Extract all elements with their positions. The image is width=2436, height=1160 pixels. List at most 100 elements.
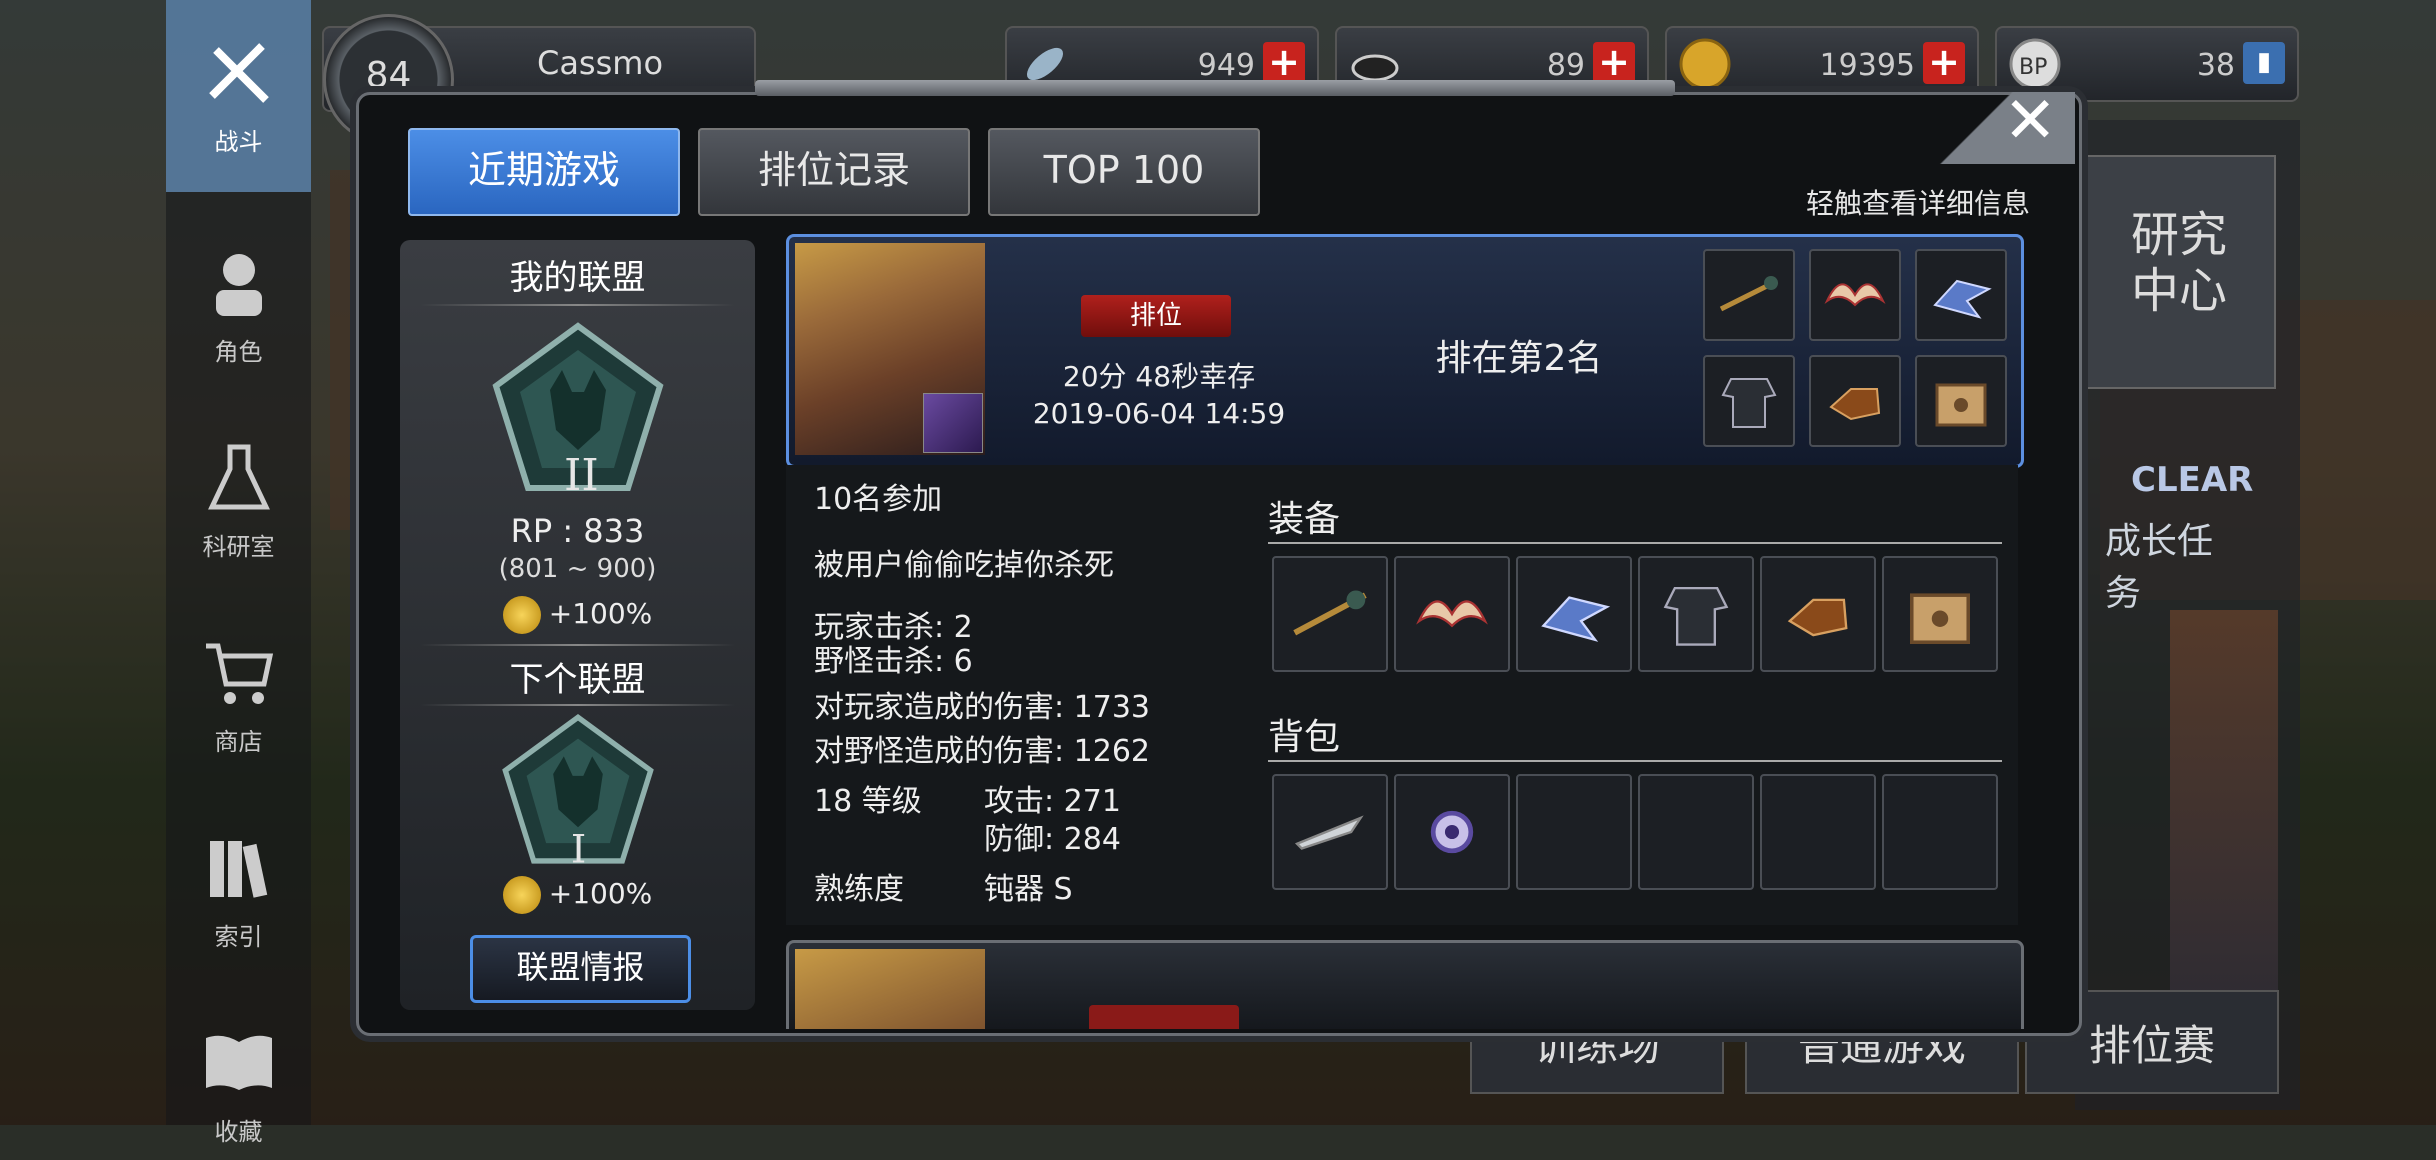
wolf-tier-badge-icon: II — [492, 322, 664, 496]
tap-hint: 轻触查看详细信息 — [1805, 187, 2030, 220]
resource-value: 89 — [1546, 48, 1585, 83]
nav-item-battle[interactable]: 战斗 — [166, 0, 311, 192]
cart-icon — [206, 643, 274, 704]
add-feather-button[interactable]: + — [1263, 42, 1305, 84]
nav-item-index[interactable]: 索引 — [166, 795, 311, 965]
equipment-slot[interactable] — [1760, 556, 1876, 672]
item-slot — [1915, 355, 2007, 447]
bag-slot[interactable] — [1638, 774, 1754, 890]
equipment-slot[interactable] — [1516, 556, 1632, 672]
gold-coin-icon — [502, 876, 541, 914]
nav-label: 科研室 — [202, 533, 275, 561]
equipment-slot[interactable] — [1882, 556, 1998, 672]
match-card[interactable]: 排位 20分 48秒幸存 2019-06-04 14:59 排在第2名 — [786, 234, 2024, 468]
equipment-slot[interactable] — [1272, 556, 1388, 672]
defense-stat: 防御: 284 — [984, 822, 1121, 857]
character-portrait — [795, 949, 985, 1029]
nav-label: 商店 — [214, 728, 263, 756]
equipment-slot[interactable] — [1638, 556, 1754, 672]
resource-gold: 19395 + — [1665, 26, 1979, 102]
dragon-icon — [1933, 279, 1992, 319]
bp-card-button[interactable]: ▮ — [2243, 42, 2285, 84]
tier-numeral: II — [564, 450, 599, 496]
clear-label: CLEAR — [2131, 460, 2254, 500]
character-art — [2170, 610, 2278, 1050]
flask-icon — [208, 444, 270, 510]
resource-value: 949 — [1197, 48, 1255, 83]
league-info-button[interactable]: 联盟情报 — [470, 935, 691, 1003]
resource-value: 19395 — [1819, 48, 1915, 83]
wings-icon — [1824, 283, 1886, 307]
equipment-slot[interactable] — [1394, 556, 1510, 672]
player-level: 84 — [365, 55, 412, 96]
mastery-label: 熟练度 — [814, 872, 904, 907]
side-nav: 战斗 角色 科研室 商店 索引 收藏 — [166, 0, 311, 1146]
box-icon — [1935, 383, 1987, 427]
my-league-title: 我的联盟 — [509, 258, 646, 298]
character-icon — [216, 254, 262, 316]
bag-slot[interactable] — [1272, 774, 1388, 890]
tab-recent-games[interactable]: 近期游戏 — [408, 128, 680, 216]
nav-item-shop[interactable]: 商店 — [166, 600, 311, 770]
divider — [420, 644, 735, 646]
bonus-value: +100% — [548, 877, 653, 910]
bag-slot[interactable] — [1882, 774, 1998, 890]
growth-mission-label: 成长任务 — [2105, 521, 2214, 614]
nav-label: 收藏 — [214, 1118, 263, 1146]
item-slot — [1809, 355, 1901, 447]
character-portrait — [795, 243, 985, 455]
research-center-button[interactable]: 研究 中心 — [2082, 155, 2276, 389]
open-book-icon — [206, 1035, 272, 1090]
divider — [1268, 760, 2002, 762]
armor-icon — [1663, 586, 1729, 646]
tier-numeral: I — [571, 828, 586, 868]
divider — [1268, 542, 2002, 544]
bag-title: 背包 — [1268, 717, 1341, 758]
books-icon — [210, 841, 268, 898]
close-button[interactable]: ✕ — [1935, 84, 2075, 164]
participants: 10名参加 — [814, 482, 943, 517]
match-date: 2019-06-04 14:59 — [1032, 397, 1286, 430]
add-gold-button[interactable]: + — [1923, 42, 1965, 84]
research-center-label: 研究 中心 — [2130, 207, 2227, 319]
bag-slot[interactable] — [1516, 774, 1632, 890]
game-mode-badge — [1089, 1005, 1239, 1029]
monster-kills: 野怪击杀: 6 — [814, 644, 973, 679]
gauntlet-icon — [1829, 388, 1881, 421]
box-icon — [1910, 593, 1970, 644]
gold-bonus: +100% — [400, 596, 755, 634]
divider — [420, 704, 735, 706]
gauntlet-icon — [1787, 598, 1848, 637]
resource-value: 38 — [2196, 48, 2235, 83]
specialty-icon — [923, 393, 983, 453]
svg-text:BP: BP — [2019, 55, 2047, 80]
nav-item-collection[interactable]: 收藏 — [166, 990, 311, 1160]
next-league-title: 下个联盟 — [509, 660, 646, 700]
tab-top-100[interactable]: TOP 100 — [988, 128, 1260, 216]
match-card[interactable] — [786, 940, 2024, 1029]
nav-label: 索引 — [214, 923, 263, 951]
character-level: 18 等级 — [814, 784, 922, 819]
divider — [420, 304, 735, 306]
next-gold-bonus: +100% — [400, 876, 755, 914]
dragon-icon — [1541, 596, 1611, 642]
item-slot — [1703, 355, 1795, 447]
game-mode-badge: 排位 — [1081, 295, 1231, 337]
armor-icon — [1721, 378, 1777, 428]
item-slot — [1703, 249, 1795, 341]
tab-ranking-record[interactable]: 排位记录 — [698, 128, 970, 216]
nav-item-lab[interactable]: 科研室 — [166, 405, 311, 575]
feather-blade-icon — [1294, 815, 1364, 850]
placement: 排在第2名 — [1435, 338, 1603, 379]
nav-label: 战斗 — [214, 128, 263, 156]
bag-slot[interactable] — [1394, 774, 1510, 890]
wings-icon — [1416, 600, 1488, 628]
survival-time: 20分 48秒幸存 — [1062, 360, 1256, 393]
crossed-guns-icon — [209, 43, 269, 103]
bag-slot[interactable] — [1760, 774, 1876, 890]
rp-value: RP : 833 — [510, 512, 645, 550]
bonus-value: +100% — [548, 597, 653, 630]
add-cap-button[interactable]: + — [1593, 42, 1635, 84]
nav-item-character[interactable]: 角色 — [166, 210, 311, 380]
growth-mission-button[interactable]: CLEAR 成长任务 — [2075, 420, 2253, 614]
